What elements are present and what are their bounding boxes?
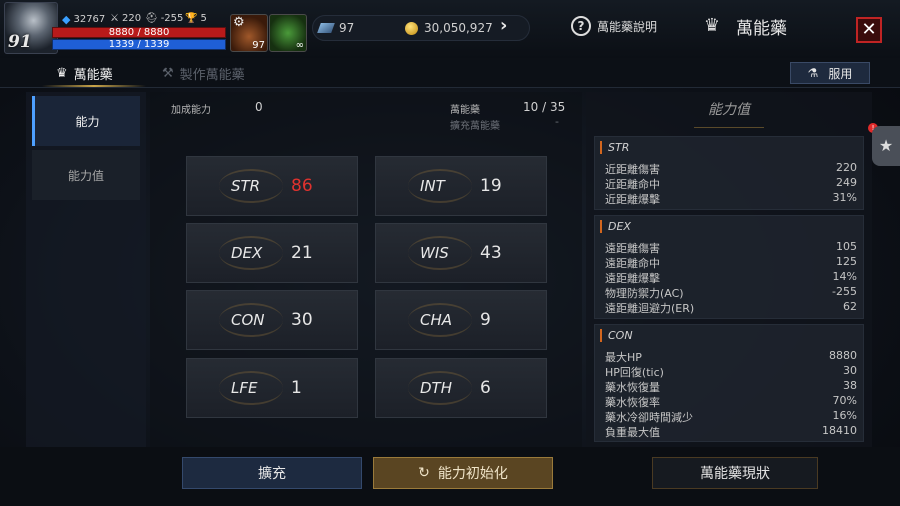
stat-value: 43 [480, 243, 502, 263]
stat-row: 近距離爆擊 31% [605, 191, 857, 206]
stat-row: 遠距離命中 125 [605, 255, 857, 270]
stat-card-lfe[interactable]: LFE 1 [186, 358, 358, 418]
group-title: CON [600, 329, 633, 342]
defense-stat: ⛑ -255 [145, 13, 184, 24]
craft-icon: ⚒ [162, 66, 174, 81]
stat-row: 近距離傷害 220 [605, 161, 857, 176]
attack-stat: ⚔ 220 [110, 13, 142, 24]
stat-group-con: CON 最大HP 8880 HP回復(tic) 30 藥水恢復量 38 藥水恢復… [594, 324, 864, 442]
reset-ability-button[interactable]: ↻ 能力初始化 [373, 457, 553, 489]
stat-card-dth[interactable]: DTH 6 [375, 358, 547, 418]
coin-icon [405, 21, 418, 35]
refresh-icon: ↻ [418, 465, 430, 481]
potion-value: 10 / 35 [523, 100, 566, 114]
side-nav: 能力 能力值 [26, 92, 146, 447]
stat-card-int[interactable]: INT 19 [375, 156, 547, 216]
tab-elixir[interactable]: ♛ 萬能藥 [56, 64, 113, 83]
hp-bar: 8880 / 8880 [52, 27, 226, 38]
stat-card-cha[interactable]: CHA 9 [375, 290, 547, 350]
stat-name: DEX [231, 244, 263, 262]
mp-bar: 1339 / 1339 [52, 39, 226, 50]
stat-value: 19 [480, 176, 502, 196]
nav-ability-value[interactable]: 能力值 [32, 150, 140, 200]
stat-row: HP回復(tic) 30 [605, 364, 857, 379]
potion-slot[interactable]: ⚙ 97 [230, 14, 268, 52]
sword-icon: ⚔ [110, 13, 119, 24]
expand-button[interactable]: 擴充 [182, 457, 362, 489]
gear-icon[interactable]: ⚙ [233, 15, 245, 30]
stats-panel: 加成能力 0 萬能藥 10 / 35 擴充萬能藥 - STR 86 INT 19… [150, 92, 582, 447]
stat-name: CHA [420, 311, 453, 329]
use-button[interactable]: ⚗ 服用 [790, 62, 870, 84]
helmet-icon: ⛑ [145, 13, 158, 24]
slot-count: 97 [252, 40, 265, 51]
chevron-right-icon[interactable]: › [500, 15, 507, 36]
bottom-bar: 擴充 ↻ 能力初始化 萬能藥現狀 [0, 447, 900, 506]
stat-row: 藥水冷卻時間減少 16% [605, 409, 857, 424]
stat-value: 9 [480, 310, 491, 330]
stat-group-str: STR 近距離傷害 220 近距離命中 249 近距離爆擊 31% [594, 136, 864, 210]
stat-value: 6 [480, 378, 491, 398]
stat-value: 21 [291, 243, 313, 263]
leaf-slot[interactable]: ∞ [269, 14, 307, 52]
stat-row: 藥水恢復率 70% [605, 394, 857, 409]
stat-name: LFE [231, 379, 258, 397]
stat-card-dex[interactable]: DEX 21 [186, 223, 358, 283]
divider-emblem [694, 114, 764, 128]
stat-row: 遠距離爆擊 14% [605, 270, 857, 285]
trophy-icon: 🏆 [185, 13, 198, 24]
close-button[interactable]: ✕ [856, 17, 882, 43]
player-level: 91 [8, 32, 32, 52]
potion-label: 萬能藥 [450, 105, 480, 116]
nav-ability[interactable]: 能力 [32, 96, 140, 146]
active-tab-indicator [42, 85, 146, 87]
help-button[interactable]: ? 萬能藥說明 [571, 16, 657, 36]
stat-row: 負重最大值 18410 [605, 424, 857, 439]
group-title: DEX [600, 220, 631, 233]
stat-value: 30 [291, 310, 313, 330]
ability-value-panel: 能力值 STR 近距離傷害 220 近距離命中 249 近距離爆擊 31% DE… [586, 92, 872, 447]
potion-icon: ⚗ [807, 66, 819, 80]
stat-card-con[interactable]: CON 30 [186, 290, 358, 350]
currency-bar: 97 30,050,927 [312, 15, 530, 41]
stat-value: 86 [291, 176, 313, 196]
elixir-icon: ♛ [56, 66, 68, 81]
trophy-stat: 🏆 5 [185, 13, 207, 24]
stat-group-dex: DEX 遠距離傷害 105 遠距離命中 125 遠距離爆擊 14% 物理防禦力(… [594, 215, 864, 319]
stat-name: WIS [420, 244, 449, 262]
page-title: ♛ 萬能藥 [700, 14, 787, 40]
stat-row: 近距離命中 249 [605, 176, 857, 191]
stat-name: CON [231, 311, 265, 329]
stat-row: 遠距離迴避力(ER) 62 [605, 300, 857, 315]
gem-icon [317, 23, 335, 33]
top-bar: 91 ◆ 32767 ⚔ 220 ⛑ -255 🏆 5 8880 / 8880 … [0, 0, 900, 58]
mana-icon: ◆ [62, 13, 71, 26]
stat-card-str[interactable]: STR 86 [186, 156, 358, 216]
slot-count: ∞ [295, 40, 304, 51]
stat-row: 物理防禦力(AC) -255 [605, 285, 857, 300]
gold-currency: 30,050,927 [405, 21, 493, 35]
tab-craft-elixir[interactable]: ⚒ 製作萬能藥 [162, 64, 245, 83]
question-icon: ? [571, 16, 591, 36]
elixir-icon: ♛ [703, 14, 721, 36]
expand-value: - [555, 115, 559, 128]
bonus-label: 加成能力 [171, 105, 211, 116]
tab-bar: ♛ 萬能藥 ⚒ 製作萬能藥 [0, 58, 900, 88]
stat-name: STR [231, 177, 261, 195]
stat-row: 遠距離傷害 105 [605, 240, 857, 255]
stat-row: 藥水恢復量 38 [605, 379, 857, 394]
stat-row: 最大HP 8880 [605, 349, 857, 364]
star-icon[interactable]: ★ [872, 126, 900, 166]
elixir-status-button[interactable]: 萬能藥現狀 [652, 457, 818, 489]
stat-value: 1 [291, 378, 302, 398]
stat-name: INT [420, 177, 445, 195]
stat-card-wis[interactable]: WIS 43 [375, 223, 547, 283]
bonus-value: 0 [255, 100, 263, 114]
gem-currency: 97 [317, 21, 354, 35]
group-title: STR [600, 141, 629, 154]
mp-stat: ◆ 32767 [62, 13, 106, 26]
expand-label: 擴充萬能藥 [450, 121, 500, 132]
stat-name: DTH [420, 379, 452, 397]
